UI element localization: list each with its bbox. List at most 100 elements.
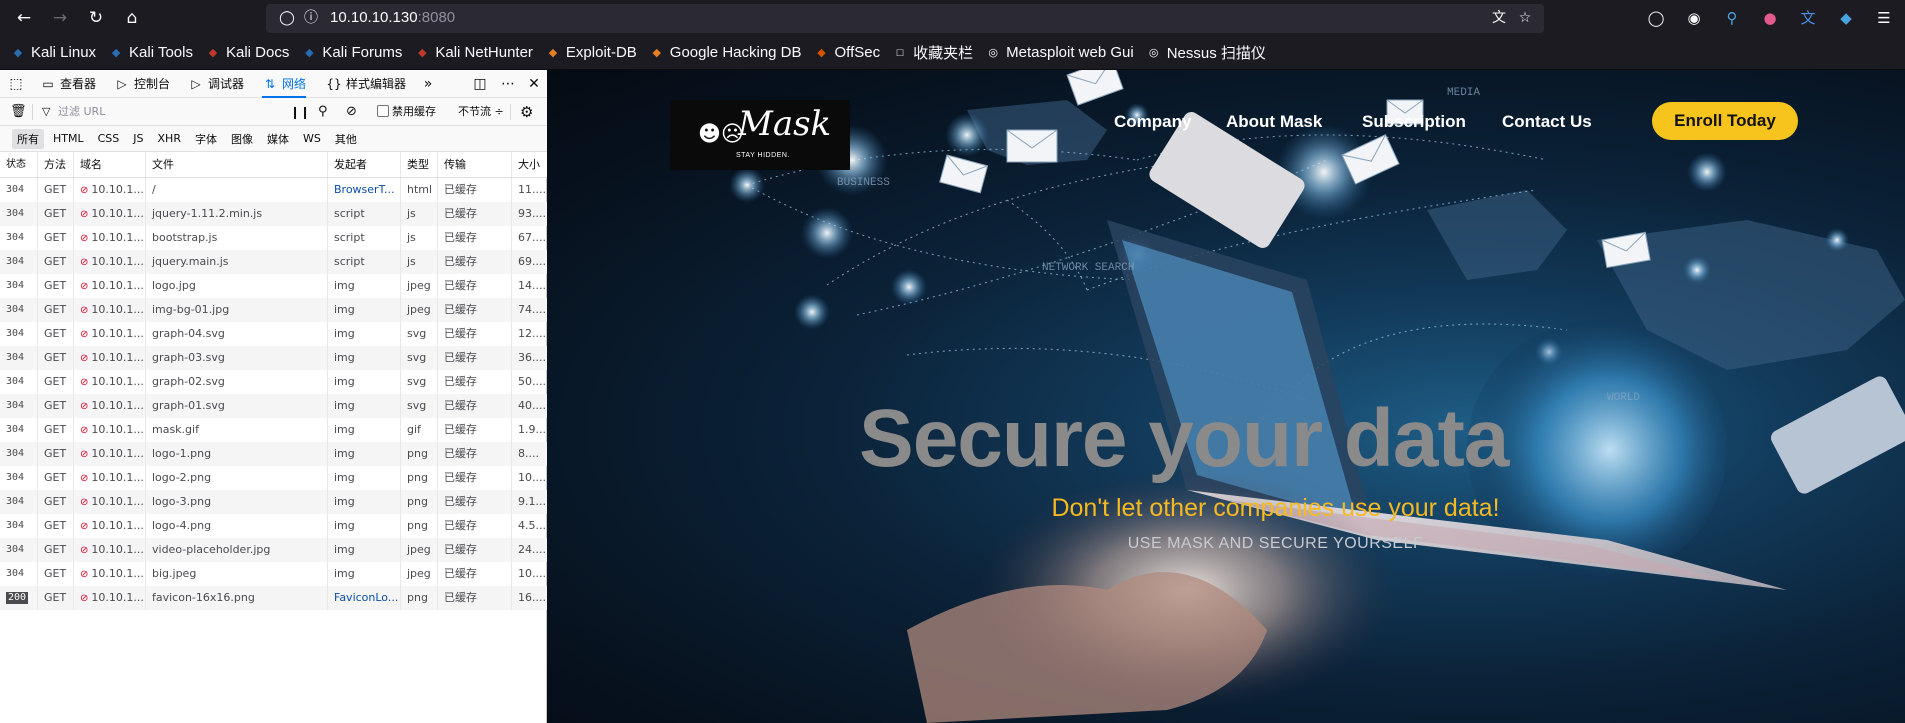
initiator-text[interactable]: FaviconLo... [334,591,398,604]
filter-url-input[interactable]: 过滤 URL [58,98,105,126]
nav-company[interactable]: Company [1114,112,1191,132]
tab-network[interactable]: ⇅ 网络 [262,70,307,98]
column-header[interactable]: 文件 [146,152,328,177]
pocket-icon[interactable]: ◯ [1645,7,1667,29]
cell-domain: ⊘ 10.10.1... [74,586,146,610]
table-row[interactable]: 304 GET ⊘ 10.10.1... jquery.main.js script js 已… [0,250,547,274]
table-row[interactable]: 304 GET ⊘ 10.10.1... big.jpeg img jpeg 已缓存 10...… [0,562,547,586]
table-row[interactable]: 304 GET ⊘ 10.10.1... logo.jpg img jpeg 已缓存 14...… [0,274,547,298]
site-logo[interactable]: ☻☹ Mask STAY HIDDEN. [670,100,850,170]
close-devtools-icon[interactable]: ✕ [524,70,544,98]
nav-contact-us[interactable]: Contact Us [1502,112,1592,132]
page-info-icon[interactable]: ⓘ [302,9,320,27]
column-header[interactable]: 大小 [512,152,547,177]
table-row[interactable]: 304 GET ⊘ 10.10.1... graph-02.svg img svg 已缓存 50… [0,370,547,394]
pause-icon[interactable]: ❙❙ [290,98,310,126]
settings-gear-icon[interactable]: ⚙ [520,98,533,126]
shield-icon[interactable]: ◯ [278,9,296,27]
foxyproxy-icon[interactable]: ⚲ [1721,7,1743,29]
table-row[interactable]: 304 GET ⊘ 10.10.1... graph-04.svg img svg 已缓存 12… [0,322,547,346]
cell-transfer: 已缓存 [438,322,512,346]
bookmark-label: Kali NetHunter [435,44,533,61]
throttle-select[interactable]: 不节流 ÷ [458,98,504,126]
bookmark-item[interactable]: ◆ Kali Docs [205,44,290,61]
wappalyzer-icon[interactable]: ◆ [1835,7,1857,29]
bookmark-item[interactable]: ◆ Kali Forums [301,44,402,61]
url-bar[interactable]: ◯ ⓘ 10.10.10.130:8080 文 ☆ [266,4,1544,33]
table-row[interactable]: 304 GET ⊘ 10.10.1... bootstrap.js script js 已缓存… [0,226,547,250]
column-header[interactable]: 类型 [401,152,438,177]
type-filter-button[interactable]: WS [298,130,326,147]
table-row[interactable]: 304 GET ⊘ 10.10.1... / BrowserT... html 已缓存 11..… [0,178,547,202]
table-row[interactable]: 304 GET ⊘ 10.10.1... logo-4.png img png 已缓存 4.5.… [0,514,547,538]
forward-icon[interactable]: → [48,6,72,30]
bookmark-item[interactable]: ◆ Kali Tools [108,44,193,61]
back-icon[interactable]: ← [12,6,36,30]
bookmark-item[interactable]: ◆ OffSec [814,44,880,61]
bookmark-item[interactable]: ◆ Exploit-DB [545,44,637,61]
type-filter-button[interactable]: XHR [153,130,186,147]
tab-console[interactable]: ▷ 控制台 [114,70,170,98]
block-icon[interactable]: ⊘ [346,98,357,126]
insecure-lock-icon: ⊘ [80,497,89,508]
menu-icon[interactable]: ☰ [1873,7,1895,29]
reload-icon[interactable]: ↻ [84,6,108,30]
nav-about-mask[interactable]: About Mask [1226,112,1322,132]
translate-icon[interactable]: 文 [1490,9,1508,27]
search-icon[interactable]: ⚲ [318,98,328,126]
nav-subscription[interactable]: Subscription [1362,112,1466,132]
bookmark-item[interactable]: ◎ Nessus 扫描仪 [1146,42,1266,63]
table-row[interactable]: 304 GET ⊘ 10.10.1... jquery-1.11.2.min.js scr… [0,202,547,226]
dock-icon[interactable]: ◫ [470,70,490,98]
table-row[interactable]: 200 GET ⊘ 10.10.1... favicon-16x16.png Favico… [0,586,547,610]
tab-inspector[interactable]: ▭ 查看器 [40,70,96,98]
translate-ext-icon[interactable]: 文 [1797,7,1819,29]
table-row[interactable]: 304 GET ⊘ 10.10.1... logo-1.png img png 已缓存 8...… [0,442,547,466]
initiator-text[interactable]: BrowserT... [334,183,394,196]
type-filter-button[interactable]: HTML [48,130,89,147]
bookmark-item[interactable]: ◎ Metasploit web Gui [985,44,1134,61]
column-header[interactable]: 发起者 [328,152,401,177]
bookmark-item[interactable]: ◆ Google Hacking DB [649,44,802,61]
table-row[interactable]: 304 GET ⊘ 10.10.1... video-placeholder.jpg im… [0,538,547,562]
column-header[interactable]: 传输 [438,152,512,177]
url-text[interactable]: 10.10.10.130:8080 [330,9,455,26]
type-filter-button[interactable]: 媒体 [262,129,294,149]
table-row[interactable]: 304 GET ⊘ 10.10.1... graph-03.svg img svg 已缓存 36… [0,346,547,370]
tab-style-editor[interactable]: {} 样式编辑器 [326,70,406,98]
more-options-icon[interactable]: ⋯ [498,70,518,98]
column-header[interactable]: 状态 [0,152,38,177]
column-header[interactable]: 域名 [74,152,146,177]
cell-method: GET [38,442,74,466]
table-row[interactable]: 304 GET ⊘ 10.10.1... logo-3.png img png 已缓存 9.1.… [0,490,547,514]
bookmark-item[interactable]: ◆ Kali Linux [10,44,96,61]
disable-cache-checkbox[interactable]: 禁用缓存 [377,98,436,126]
table-row[interactable]: 304 GET ⊘ 10.10.1... graph-01.svg img svg 已缓存 40… [0,394,547,418]
element-picker-icon[interactable]: ⬚ [6,70,26,98]
enroll-today-button[interactable]: Enroll Today [1652,102,1798,140]
type-filter-button[interactable]: 字体 [190,129,222,149]
extension-icon[interactable]: ● [1759,7,1781,29]
type-filter-button[interactable]: 图像 [226,129,258,149]
globe-icon[interactable]: ◉ [1683,7,1705,29]
tab-debugger[interactable]: ▷ 调试器 [188,70,244,98]
more-tabs-chevron-icon[interactable]: » [418,70,438,98]
column-header[interactable]: 方法 [38,152,74,177]
cell-initiator: img [328,274,401,298]
type-filter-button[interactable]: 所有 [12,128,44,149]
bookmark-item[interactable]: ◆ Kali NetHunter [414,44,533,61]
bookmark-item[interactable]: □ 收藏夹栏 [892,42,973,63]
logo-tagline: STAY HIDDEN. [736,152,790,159]
file-text: big.jpeg [152,567,197,580]
trash-icon[interactable]: 🗑 [10,98,27,126]
table-row[interactable]: 304 GET ⊘ 10.10.1... mask.gif img gif 已缓存 1.9... [0,418,547,442]
home-icon[interactable]: ⌂ [120,6,144,30]
bookmark-star-icon[interactable]: ☆ [1516,9,1534,27]
type-filter-button[interactable]: 其他 [330,129,362,149]
table-row[interactable]: 304 GET ⊘ 10.10.1... logo-2.png img png 已缓存 10..… [0,466,547,490]
type-filter-button[interactable]: CSS [93,130,125,147]
type-filter-button[interactable]: JS [128,130,148,147]
initiator-text: img [334,567,355,580]
table-row[interactable]: 304 GET ⊘ 10.10.1... img-bg-01.jpg img jpeg 已缓存… [0,298,547,322]
bookmark-label: Metasploit web Gui [1006,44,1134,61]
